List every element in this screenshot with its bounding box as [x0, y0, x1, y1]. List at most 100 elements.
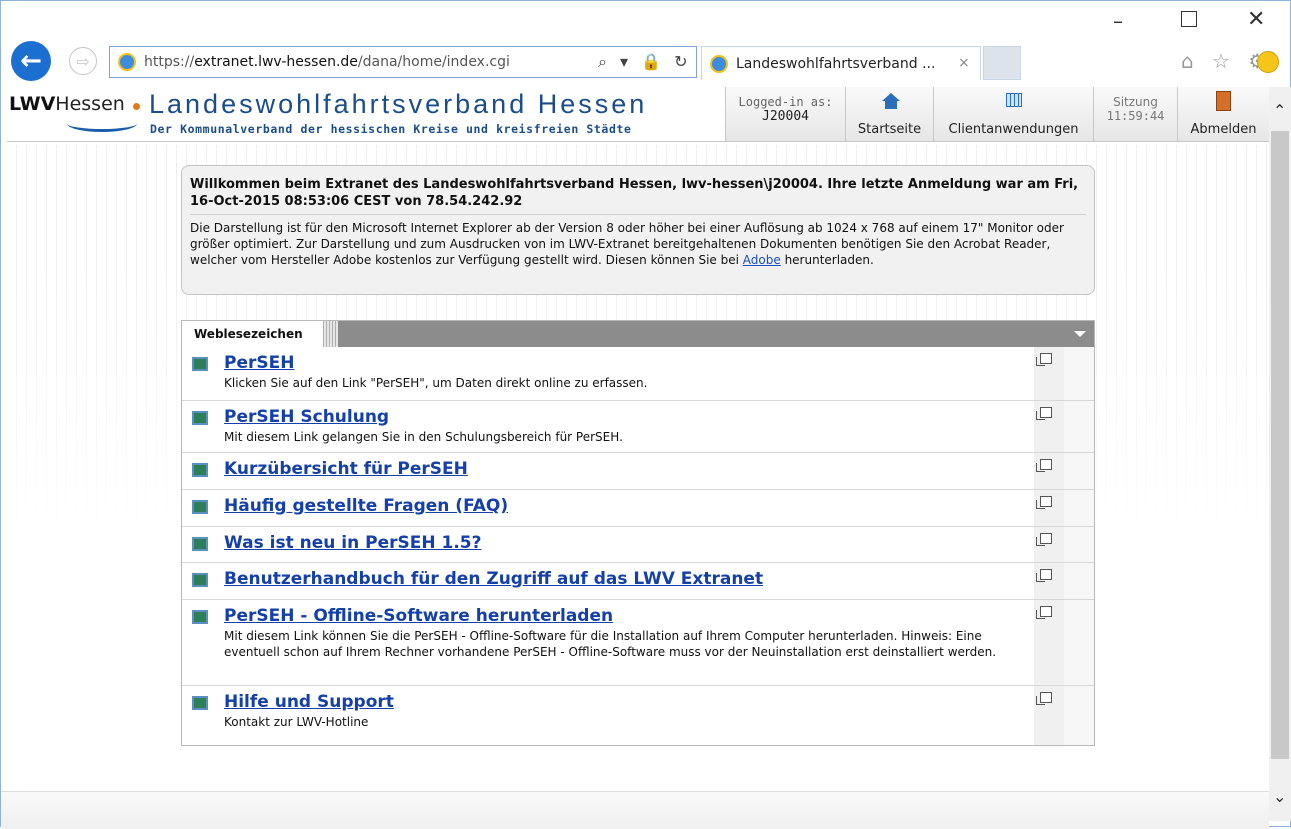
url-scheme: https://	[144, 54, 195, 70]
new-tab-button[interactable]	[983, 46, 1021, 80]
bookmark-row: PerSEH - Offline-Software herunterladen …	[182, 600, 1094, 686]
welcome-text-part: Die Darstellung ist für den Microsoft In…	[190, 221, 1064, 267]
browser-tab[interactable]: Landeswohlfahrtsverband ... ×	[701, 46, 981, 80]
open-new-window-icon	[1036, 569, 1052, 582]
scroll-up-icon[interactable]: ⌃	[1273, 101, 1286, 120]
scrollbar-thumb[interactable]	[1271, 131, 1289, 759]
logout-label: Abmelden	[1190, 122, 1257, 137]
open-in-new-window-button[interactable]	[1034, 527, 1064, 562]
bookmark-desc: Kontakt zur LWV-Hotline	[224, 715, 369, 729]
door-icon	[1216, 91, 1231, 111]
browser-window: – ✕ ← ⇨ https://extranet.lwv-hessen.de/d…	[0, 0, 1291, 829]
close-button[interactable]: ✕	[1247, 7, 1265, 32]
address-bar[interactable]: https://extranet.lwv-hessen.de/dana/home…	[109, 46, 697, 78]
chevron-down-icon[interactable]	[1074, 331, 1086, 337]
clientanwendungen-button[interactable]: Clientanwendungen	[933, 87, 1093, 141]
bookmark-link[interactable]: Hilfe und Support	[224, 692, 394, 712]
session-label: Sitzung	[1113, 95, 1158, 109]
ie-icon	[118, 53, 136, 71]
welcome-text-end: herunterladen.	[780, 253, 874, 267]
tab-weblesezeichen-label: Weblesezeichen	[194, 327, 303, 341]
tab-close-icon[interactable]: ×	[958, 55, 970, 71]
maximize-button[interactable]	[1181, 11, 1197, 27]
app-header: LWVHessen Landeswohlfahrtsverband Hessen…	[7, 87, 1269, 142]
adobe-link[interactable]: Adobe	[743, 253, 781, 267]
address-bar-icons[interactable]: ⌕ ▾ 🔒 ↻	[598, 52, 692, 72]
open-in-new-window-button[interactable]	[1034, 686, 1064, 745]
panel-grip[interactable]	[324, 321, 338, 347]
bookmark-link[interactable]: PerSEH Schulung	[224, 407, 389, 427]
bookmark-row: Hilfe und Support Kontakt zur LWV-Hotlin…	[182, 686, 1094, 745]
org-subtitle: Der Kommunalverband der hessischen Kreis…	[150, 122, 632, 136]
bookmark-link[interactable]: PerSEH - Offline-Software herunterladen	[224, 606, 613, 626]
scroll-down-icon[interactable]: ⌄	[1273, 787, 1286, 806]
ie-icon	[710, 55, 728, 73]
row-spacer	[1064, 527, 1094, 562]
row-spacer	[1064, 401, 1094, 452]
open-in-new-window-button[interactable]	[1034, 401, 1064, 452]
open-new-window-icon	[1036, 692, 1052, 705]
vertical-scrollbar[interactable]: ⌃ ⌄	[1269, 87, 1291, 821]
bookmarks-panel: Weblesezeichen PerSEH Klicken Sie auf de…	[181, 320, 1095, 746]
row-spacer	[1064, 563, 1094, 599]
logo[interactable]: LWVHessen	[9, 93, 125, 115]
startseite-button[interactable]: Startseite	[845, 87, 933, 141]
tab-title: Landeswohlfahrtsverband ...	[736, 56, 936, 72]
open-new-window-icon	[1036, 496, 1052, 509]
bookmark-link[interactable]: PerSEH	[224, 353, 294, 373]
url-host: extranet.lwv-hessen.de	[194, 54, 358, 70]
bookmark-desc: Mit diesem Link gelangen Sie in den Schu…	[224, 430, 623, 444]
bookmark-row: Häufig gestellte Fragen (FAQ)	[182, 490, 1094, 527]
logout-button[interactable]: Abmelden	[1177, 87, 1269, 141]
open-in-new-window-button[interactable]	[1034, 600, 1064, 685]
feedback-smiley-icon[interactable]	[1257, 51, 1279, 73]
open-new-window-icon	[1036, 353, 1052, 366]
startseite-label: Startseite	[857, 122, 922, 137]
bookmark-icon	[192, 411, 208, 425]
logo-suffix: Hessen	[55, 93, 125, 115]
bookmark-link[interactable]: Benutzerhandbuch für den Zugriff auf das…	[224, 569, 763, 589]
open-in-new-window-button[interactable]	[1034, 490, 1064, 526]
back-button[interactable]: ←	[11, 41, 51, 81]
bookmark-icon	[192, 696, 208, 710]
bookmarks-panel-header: Weblesezeichen	[182, 321, 1094, 347]
session-info: Sitzung 11:59:44	[1093, 87, 1177, 141]
bookmark-link[interactable]: Kurzübersicht für PerSEH	[224, 459, 468, 479]
user-id: J20004	[762, 109, 809, 124]
row-spacer	[1064, 686, 1094, 745]
bookmark-row: Was ist neu in PerSEH 1.5?	[182, 527, 1094, 563]
bookmark-row: PerSEH Klicken Sie auf den Link "PerSEH"…	[182, 347, 1094, 401]
row-spacer	[1064, 600, 1094, 685]
minimize-button[interactable]: –	[1113, 9, 1123, 33]
bookmark-icon	[192, 463, 208, 477]
page-viewport: LWVHessen Landeswohlfahrtsverband Hessen…	[7, 87, 1269, 791]
url-text[interactable]: https://extranet.lwv-hessen.de/dana/home…	[144, 54, 510, 70]
bookmark-icon	[192, 357, 208, 371]
bookmark-icon	[192, 573, 208, 587]
open-in-new-window-button[interactable]	[1034, 347, 1064, 400]
applications-icon	[1006, 93, 1022, 107]
logged-in-info: Logged-in as: J20004	[725, 87, 845, 141]
open-in-new-window-button[interactable]	[1034, 453, 1064, 489]
open-new-window-icon	[1036, 533, 1052, 546]
row-spacer	[1064, 490, 1094, 526]
logo-prefix: LWV	[9, 93, 56, 115]
bookmark-row: Benutzerhandbuch für den Zugriff auf das…	[182, 563, 1094, 600]
tab-weblesezeichen[interactable]: Weblesezeichen	[182, 321, 324, 347]
bookmark-row: Kurzübersicht für PerSEH	[182, 453, 1094, 490]
bookmark-link[interactable]: Häufig gestellte Fragen (FAQ)	[224, 496, 508, 516]
logo-dot-icon	[133, 103, 140, 110]
row-spacer	[1064, 347, 1094, 400]
forward-button[interactable]: ⇨	[69, 47, 97, 75]
welcome-divider	[190, 214, 1086, 215]
home-icon	[882, 93, 900, 109]
row-spacer	[1064, 453, 1094, 489]
bookmark-icon	[192, 610, 208, 624]
welcome-title: Willkommen beim Extranet des Landeswohlf…	[190, 177, 1079, 209]
welcome-box: Willkommen beim Extranet des Landeswohlf…	[181, 165, 1095, 295]
bookmark-link[interactable]: Was ist neu in PerSEH 1.5?	[224, 533, 482, 553]
bookmark-icon	[192, 500, 208, 514]
open-in-new-window-button[interactable]	[1034, 563, 1064, 599]
status-bar	[1, 791, 1269, 829]
session-time: 11:59:44	[1106, 109, 1165, 123]
